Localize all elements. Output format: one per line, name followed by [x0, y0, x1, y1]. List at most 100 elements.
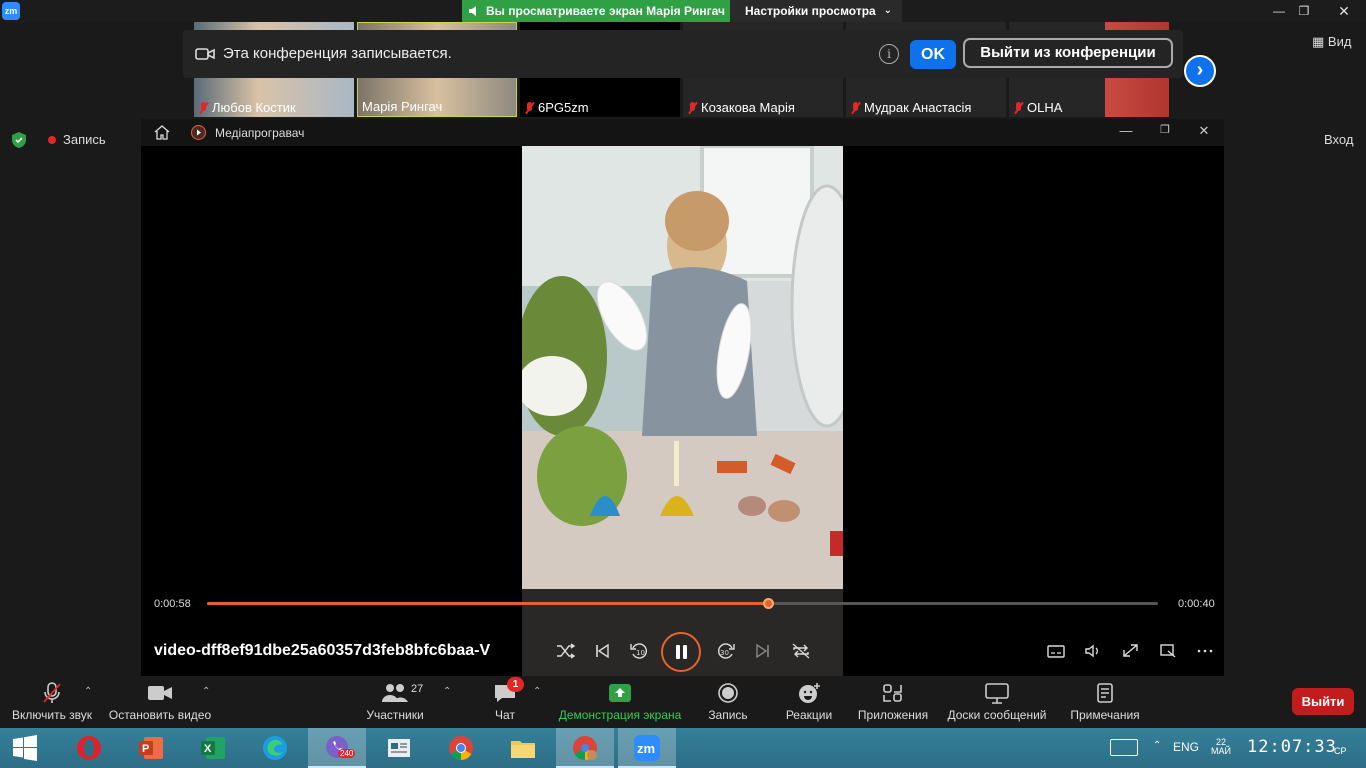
muted-mic-icon [1013, 101, 1023, 114]
pause-button[interactable] [661, 632, 701, 672]
media-player-title-bar: Медіапрогравач — ❐ ✕ [141, 119, 1224, 146]
apps-icon [883, 684, 902, 702]
player-maximize-icon[interactable]: ❐ [1155, 123, 1175, 141]
reactions-button[interactable]: Реакции [778, 676, 840, 728]
restore-icon[interactable]: ❐ [1291, 0, 1317, 22]
media-player-app-title: Медіапрогравач [215, 126, 305, 140]
volume-icon[interactable] [1081, 640, 1105, 662]
speaker-icon [469, 6, 476, 16]
view-settings-dropdown[interactable]: Настройки просмотра ⌄ [730, 0, 902, 22]
recording-notice: Эта конференция записывается. i OK Выйти… [183, 30, 1183, 78]
more-options-icon[interactable] [1193, 640, 1217, 662]
whiteboards-button[interactable]: Доски сообщений [944, 676, 1050, 728]
next-page-icon[interactable]: › [1184, 55, 1216, 87]
participant-name: OLHA [1027, 100, 1063, 115]
zoom-title-bar: zm Вы просматриваете экран Марія Рингач … [0, 0, 1366, 22]
tray-clock[interactable]: 12:07:33 [1247, 737, 1337, 757]
current-time: 0:00:58 [154, 598, 191, 610]
view-button-label: Вид [1327, 34, 1352, 49]
forward-30-icon[interactable]: 30 [714, 640, 738, 662]
home-icon[interactable] [154, 125, 170, 140]
rewind-10-icon[interactable]: 10 [627, 640, 651, 662]
login-button[interactable]: Вход [1324, 132, 1353, 147]
share-banner: Вы просматриваете экран Марія Рингач [462, 0, 730, 22]
taskbar-powerpoint[interactable]: P [122, 728, 180, 768]
chrome-profile-icon [573, 736, 597, 760]
seek-bar-progress [207, 602, 769, 605]
seek-bar[interactable] [207, 598, 1158, 609]
ok-button[interactable]: OK [910, 40, 956, 69]
seek-bar-handle[interactable] [763, 598, 775, 609]
media-player-window: Медіапрогравач — ❐ ✕ 0:00:58 0:00:40 vid… [141, 119, 1224, 676]
view-button[interactable]: ▦ Вид [1312, 34, 1351, 50]
record-button[interactable]: Запись [700, 676, 756, 728]
repeat-icon[interactable] [789, 640, 813, 662]
touch-keyboard-icon[interactable] [1110, 739, 1138, 756]
share-banner-text: Вы просматриваете экран Марія Рингач [486, 4, 725, 18]
leave-meeting-button[interactable]: Выйти из конференции [963, 38, 1173, 68]
participants-icon [382, 684, 408, 702]
participants-options-caret-icon[interactable]: ⌃ [443, 686, 451, 697]
whiteboards-label: Доски сообщений [947, 708, 1047, 722]
excel-icon: X [201, 737, 225, 759]
share-screen-button[interactable]: Демонстрация экрана [556, 676, 684, 728]
muted-mic-icon [524, 101, 534, 114]
recording-indicator[interactable]: Запись [48, 132, 106, 147]
reactions-icon [799, 683, 820, 703]
video-file-name: video-dff8ef91dbe25a60357d3feb8bfc6baa-V [154, 642, 491, 659]
recording-notice-text: Эта конференция записывается. [223, 45, 452, 62]
leave-button[interactable]: Выйти [1292, 688, 1354, 715]
total-time: 0:00:40 [1178, 598, 1215, 610]
stop-video-button[interactable]: Остановить видео [106, 676, 214, 728]
taskbar-viber[interactable]: 240 [308, 728, 366, 768]
svg-text:10: 10 [636, 649, 645, 657]
tray-weekday: СР [1334, 746, 1347, 756]
close-icon[interactable]: ✕ [1326, 0, 1362, 22]
participants-label: Участники [366, 708, 424, 722]
windows-start-button[interactable] [0, 728, 52, 768]
taskbar-excel[interactable]: X [184, 728, 242, 768]
video-frame[interactable] [522, 146, 843, 589]
miniplayer-icon[interactable] [1156, 640, 1180, 662]
participants-count: 27 [411, 683, 424, 695]
stop-video-label: Остановить видео [108, 708, 212, 722]
taskbar-news[interactable] [370, 728, 428, 768]
powerpoint-icon: P [139, 737, 163, 759]
taskbar-chrome[interactable] [432, 728, 490, 768]
record-label: Запись [708, 708, 748, 722]
muted-mic-icon [850, 101, 860, 114]
next-icon[interactable] [751, 640, 775, 662]
tray-date-month: МАЙ [1211, 746, 1231, 756]
taskbar-edge[interactable] [246, 728, 304, 768]
player-close-icon[interactable]: ✕ [1194, 123, 1214, 141]
input-language[interactable]: ENG [1173, 740, 1199, 754]
player-minimize-icon[interactable]: — [1116, 123, 1136, 141]
unmute-label: Включить звук [11, 708, 93, 722]
minimize-icon[interactable]: — [1266, 0, 1292, 22]
notes-button[interactable]: Примечания [1064, 676, 1146, 728]
info-icon[interactable]: i [879, 44, 899, 64]
news-icon [388, 739, 410, 757]
video-options-caret-icon[interactable]: ⌃ [202, 686, 210, 697]
taskbar-chrome-profile[interactable] [556, 728, 614, 768]
previous-icon[interactable] [590, 640, 614, 662]
tray-overflow-caret-icon[interactable]: ⌃ [1153, 740, 1161, 751]
windows-logo-icon [13, 735, 37, 761]
grid-icon: ▦ [1312, 34, 1328, 49]
taskbar-file-explorer[interactable] [494, 728, 552, 768]
unmute-button[interactable]: Включить звук [6, 676, 98, 728]
zoom-logo: zm [2, 2, 20, 20]
muted-microphone-icon [43, 682, 61, 703]
folder-icon [511, 741, 535, 758]
captions-icon[interactable] [1044, 640, 1068, 662]
taskbar-opera[interactable] [60, 728, 118, 768]
fullscreen-icon[interactable] [1119, 640, 1143, 662]
shuffle-icon[interactable] [553, 640, 577, 662]
audio-options-caret-icon[interactable]: ⌃ [84, 686, 92, 697]
apps-button[interactable]: Приложения [852, 676, 934, 728]
participant-name: Любов Костик [212, 100, 296, 115]
video-camera-icon [195, 48, 215, 60]
chat-options-caret-icon[interactable]: ⌃ [533, 686, 541, 697]
taskbar-zoom[interactable]: zm [618, 728, 676, 768]
chevron-down-icon: ⌄ [883, 5, 892, 16]
